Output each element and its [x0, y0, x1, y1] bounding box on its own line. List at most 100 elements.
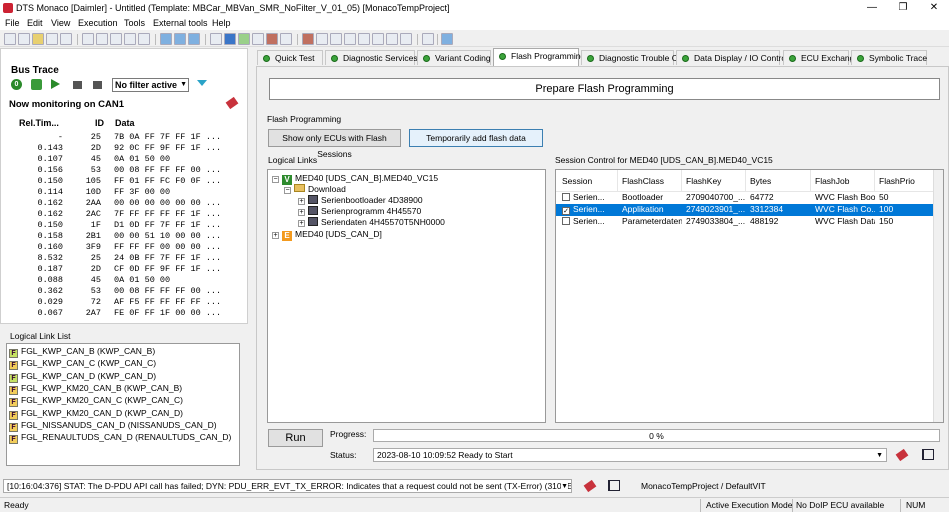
expand-icon[interactable]: + [298, 198, 305, 205]
refresh-icon[interactable] [238, 33, 250, 45]
tab-flash-programming[interactable]: Flash Programming [493, 48, 585, 66]
menu-help[interactable]: Help [212, 18, 231, 28]
stop-trace-icon[interactable] [93, 81, 102, 89]
logical-link-item[interactable]: F FGL_RENAULTUDS_CAN_D (RENAULTUDS_CAN_D) [9, 432, 231, 445]
paste-icon[interactable] [110, 33, 122, 45]
start-trace-icon[interactable]: 0 [11, 79, 22, 90]
menu-view[interactable]: View [51, 18, 70, 28]
layout2-icon[interactable] [174, 33, 186, 45]
grid-icon[interactable] [400, 33, 412, 45]
new-icon[interactable] [4, 33, 16, 45]
logical-link-item[interactable]: F FGL_NISSANUDS_CAN_D (NISSANUDS_CAN_D) [9, 420, 217, 432]
trace-row[interactable]: 0.088 45 0A 01 50 00 [1, 275, 241, 286]
session-checkbox[interactable] [562, 193, 570, 201]
tree-serienbootloader[interactable]: + Serienbootloader 4D38900 [298, 195, 423, 206]
pause-icon[interactable] [73, 81, 82, 89]
layout3-icon[interactable] [188, 33, 200, 45]
trace-list[interactable]: - 25 7B 0A FF 7F FF 1F ... 0.143 2D 92 0C FF … [1, 132, 247, 322]
col-session[interactable]: Session [558, 170, 618, 192]
open-icon[interactable] [32, 33, 44, 45]
trace-row[interactable]: - 25 7B 0A FF 7F FF 1F ... [1, 132, 241, 143]
session-scrollbar[interactable] [933, 170, 943, 422]
menu-execution[interactable]: Execution [78, 18, 118, 28]
trace-row[interactable]: 0.162 2AC 7F FF FF FF FF 1F ... [1, 209, 241, 220]
tab-ecu-exchange[interactable]: ECU Exchange [783, 50, 859, 65]
cut-icon[interactable] [82, 33, 94, 45]
tree-download[interactable]: − Download [284, 184, 346, 195]
menu-external-tools[interactable]: External tools [153, 18, 208, 28]
close-button[interactable]: ✕ [919, 1, 949, 15]
plug-icon[interactable] [302, 33, 314, 45]
stop-icon[interactable] [224, 33, 236, 45]
logical-link-item[interactable]: F FGL_KWP_CAN_B (KWP_CAN_B) [9, 346, 155, 358]
tab-diagnostic-services[interactable]: Diagnostic Services [325, 50, 418, 65]
window-icon[interactable] [386, 33, 398, 45]
col-flashclass[interactable]: FlashClass [618, 170, 682, 192]
report-icon[interactable] [422, 33, 434, 45]
logical-link-item[interactable]: F FGL_KWP_CAN_D (KWP_CAN_D) [9, 371, 156, 383]
filter-select[interactable]: No filter active ▼ [112, 78, 189, 92]
menu-file[interactable]: File [5, 18, 20, 28]
properties-icon[interactable] [138, 33, 150, 45]
expand-icon[interactable]: + [272, 232, 279, 239]
trace-row[interactable]: 0.029 72 AF F5 FF FF FF FF ... [1, 297, 241, 308]
tree-ecu-med40-cand[interactable]: + E MED40 [UDS_CAN_D] [272, 229, 382, 241]
trace-row[interactable]: 0.187 2D CF 0D FF 9F FF 1F ... [1, 264, 241, 275]
trace-row[interactable]: 0.158 2B1 00 00 51 10 00 00 ... [1, 231, 241, 242]
logical-links-tree[interactable]: − V MED40 [UDS_CAN_B].MED40_VC15 − Download… [267, 169, 546, 423]
logical-link-item[interactable]: F FGL_KWP_KM20_CAN_B (KWP_CAN_B) [9, 383, 182, 395]
tree-seriendaten[interactable]: + Seriendaten 4H45570T5NH0000 [298, 217, 445, 228]
menu-edit[interactable]: Edit [27, 18, 43, 28]
session-checkbox[interactable]: ✓ [562, 207, 570, 215]
message-select[interactable]: [10:16:04:376] STAT: The D-PDU API call … [3, 479, 572, 493]
play-icon[interactable] [51, 79, 60, 89]
col-flashjob[interactable]: FlashJob [811, 170, 875, 192]
delete-icon[interactable] [124, 33, 136, 45]
connect-icon[interactable] [210, 33, 222, 45]
trace-row[interactable]: 0.362 53 00 08 FF FF FF 00 ... [1, 286, 241, 297]
lock-icon[interactable] [372, 33, 384, 45]
exit-icon[interactable] [608, 480, 620, 491]
tab-diagnostic-trouble-codes[interactable]: Diagnostic Trouble Codes [581, 50, 696, 65]
collapse-icon[interactable]: − [272, 176, 279, 183]
trace-icon[interactable] [330, 33, 342, 45]
run-button[interactable]: Run [268, 429, 323, 447]
trace-row[interactable]: 0.160 3F9 FF FF FF 00 00 00 ... [1, 242, 241, 253]
tab-data-display-io-control[interactable]: Data Display / IO Control [676, 50, 788, 65]
export-icon[interactable] [31, 79, 42, 90]
logical-link-item[interactable]: F FGL_KWP_KM20_CAN_C (KWP_CAN_C) [9, 395, 183, 408]
trace-row[interactable]: 0.067 2A7 FE 0F FF 1F 00 00 ... [1, 308, 241, 319]
logical-link-item[interactable]: F FGL_KWP_CAN_C (KWP_CAN_C) [9, 358, 156, 371]
session-row[interactable]: ✓ Serien... Applikation 2749023901_... 33123… [556, 204, 933, 216]
flash-icon[interactable] [344, 33, 356, 45]
tab-variant-coding[interactable]: Variant Coding [417, 50, 491, 65]
col-bytes[interactable]: Bytes [746, 170, 811, 192]
plug-icon[interactable] [583, 479, 597, 493]
save-all-icon[interactable] [60, 33, 72, 45]
trace-row[interactable]: 0.143 2D 92 0C FF 9F FF 1F ... [1, 143, 241, 154]
trace-row[interactable]: 0.162 2AA 00 00 00 00 00 00 ... [1, 198, 241, 209]
menu-tools[interactable]: Tools [124, 18, 145, 28]
monitor-icon[interactable] [316, 33, 328, 45]
expand-icon[interactable]: + [298, 220, 305, 227]
coding-icon[interactable] [358, 33, 370, 45]
session-row[interactable]: Serien... Bootloader 2709040700_... 64772 WV… [556, 192, 933, 204]
plug-icon[interactable] [895, 448, 909, 462]
tree-serienprogramm[interactable]: + Serienprogramm 4H45570 [298, 206, 421, 217]
ecu-icon[interactable] [252, 33, 264, 45]
minimize-button[interactable]: — [857, 1, 887, 15]
settings-icon[interactable] [280, 33, 292, 45]
restore-button[interactable]: ❐ [888, 1, 918, 15]
save-icon[interactable] [46, 33, 58, 45]
new-project-icon[interactable] [18, 33, 30, 45]
expand-icon[interactable]: + [298, 209, 305, 216]
tree-ecu-med40-canb[interactable]: − V MED40 [UDS_CAN_B].MED40_VC15 [272, 173, 438, 185]
trace-row[interactable]: 0.150 1F D1 0D FF 7F FF 1F ... [1, 220, 241, 231]
trace-row[interactable]: 0.114 10D FF 3F 00 00 [1, 187, 241, 198]
tab-symbolic-trace[interactable]: Symbolic Trace [851, 50, 927, 65]
session-row[interactable]: Serien... Parameterdaten 2749033804_... 488… [556, 216, 933, 228]
tab-quick-test[interactable]: Quick Test [257, 50, 323, 65]
record-icon[interactable] [266, 33, 278, 45]
trace-row[interactable]: 0.107 45 0A 01 50 00 [1, 154, 241, 165]
copy-icon[interactable] [96, 33, 108, 45]
